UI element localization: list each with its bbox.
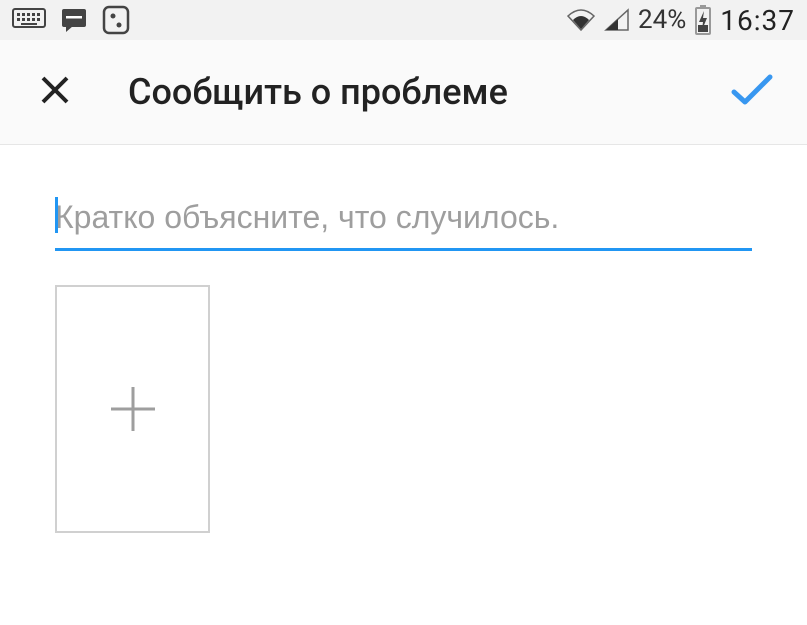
submit-button[interactable] xyxy=(727,67,777,117)
description-input-wrap xyxy=(55,195,752,251)
description-input[interactable] xyxy=(55,195,752,240)
text-caret xyxy=(55,197,58,233)
clock-text: 16:37 xyxy=(720,4,795,37)
battery-percent: 24% xyxy=(638,5,686,35)
screen: 24% 16:37 Сообщить о проблеме xyxy=(0,0,807,625)
add-attachment-button[interactable] xyxy=(55,285,210,533)
plus-icon xyxy=(103,379,163,439)
app-bar: Сообщить о проблеме xyxy=(0,40,807,145)
form-content xyxy=(0,145,807,533)
wifi-icon xyxy=(566,8,596,32)
close-icon xyxy=(38,73,72,111)
notification-icon xyxy=(102,5,130,35)
status-bar-left xyxy=(12,5,130,35)
status-bar: 24% 16:37 xyxy=(0,0,807,40)
page-title: Сообщить о проблеме xyxy=(128,71,727,113)
close-button[interactable] xyxy=(30,67,80,117)
battery-charging-icon xyxy=(694,5,712,35)
checkmark-icon xyxy=(730,72,774,112)
chat-icon xyxy=(60,6,88,34)
signal-icon xyxy=(604,8,630,32)
keyboard-icon xyxy=(12,8,46,32)
status-bar-right: 24% 16:37 xyxy=(566,4,795,37)
